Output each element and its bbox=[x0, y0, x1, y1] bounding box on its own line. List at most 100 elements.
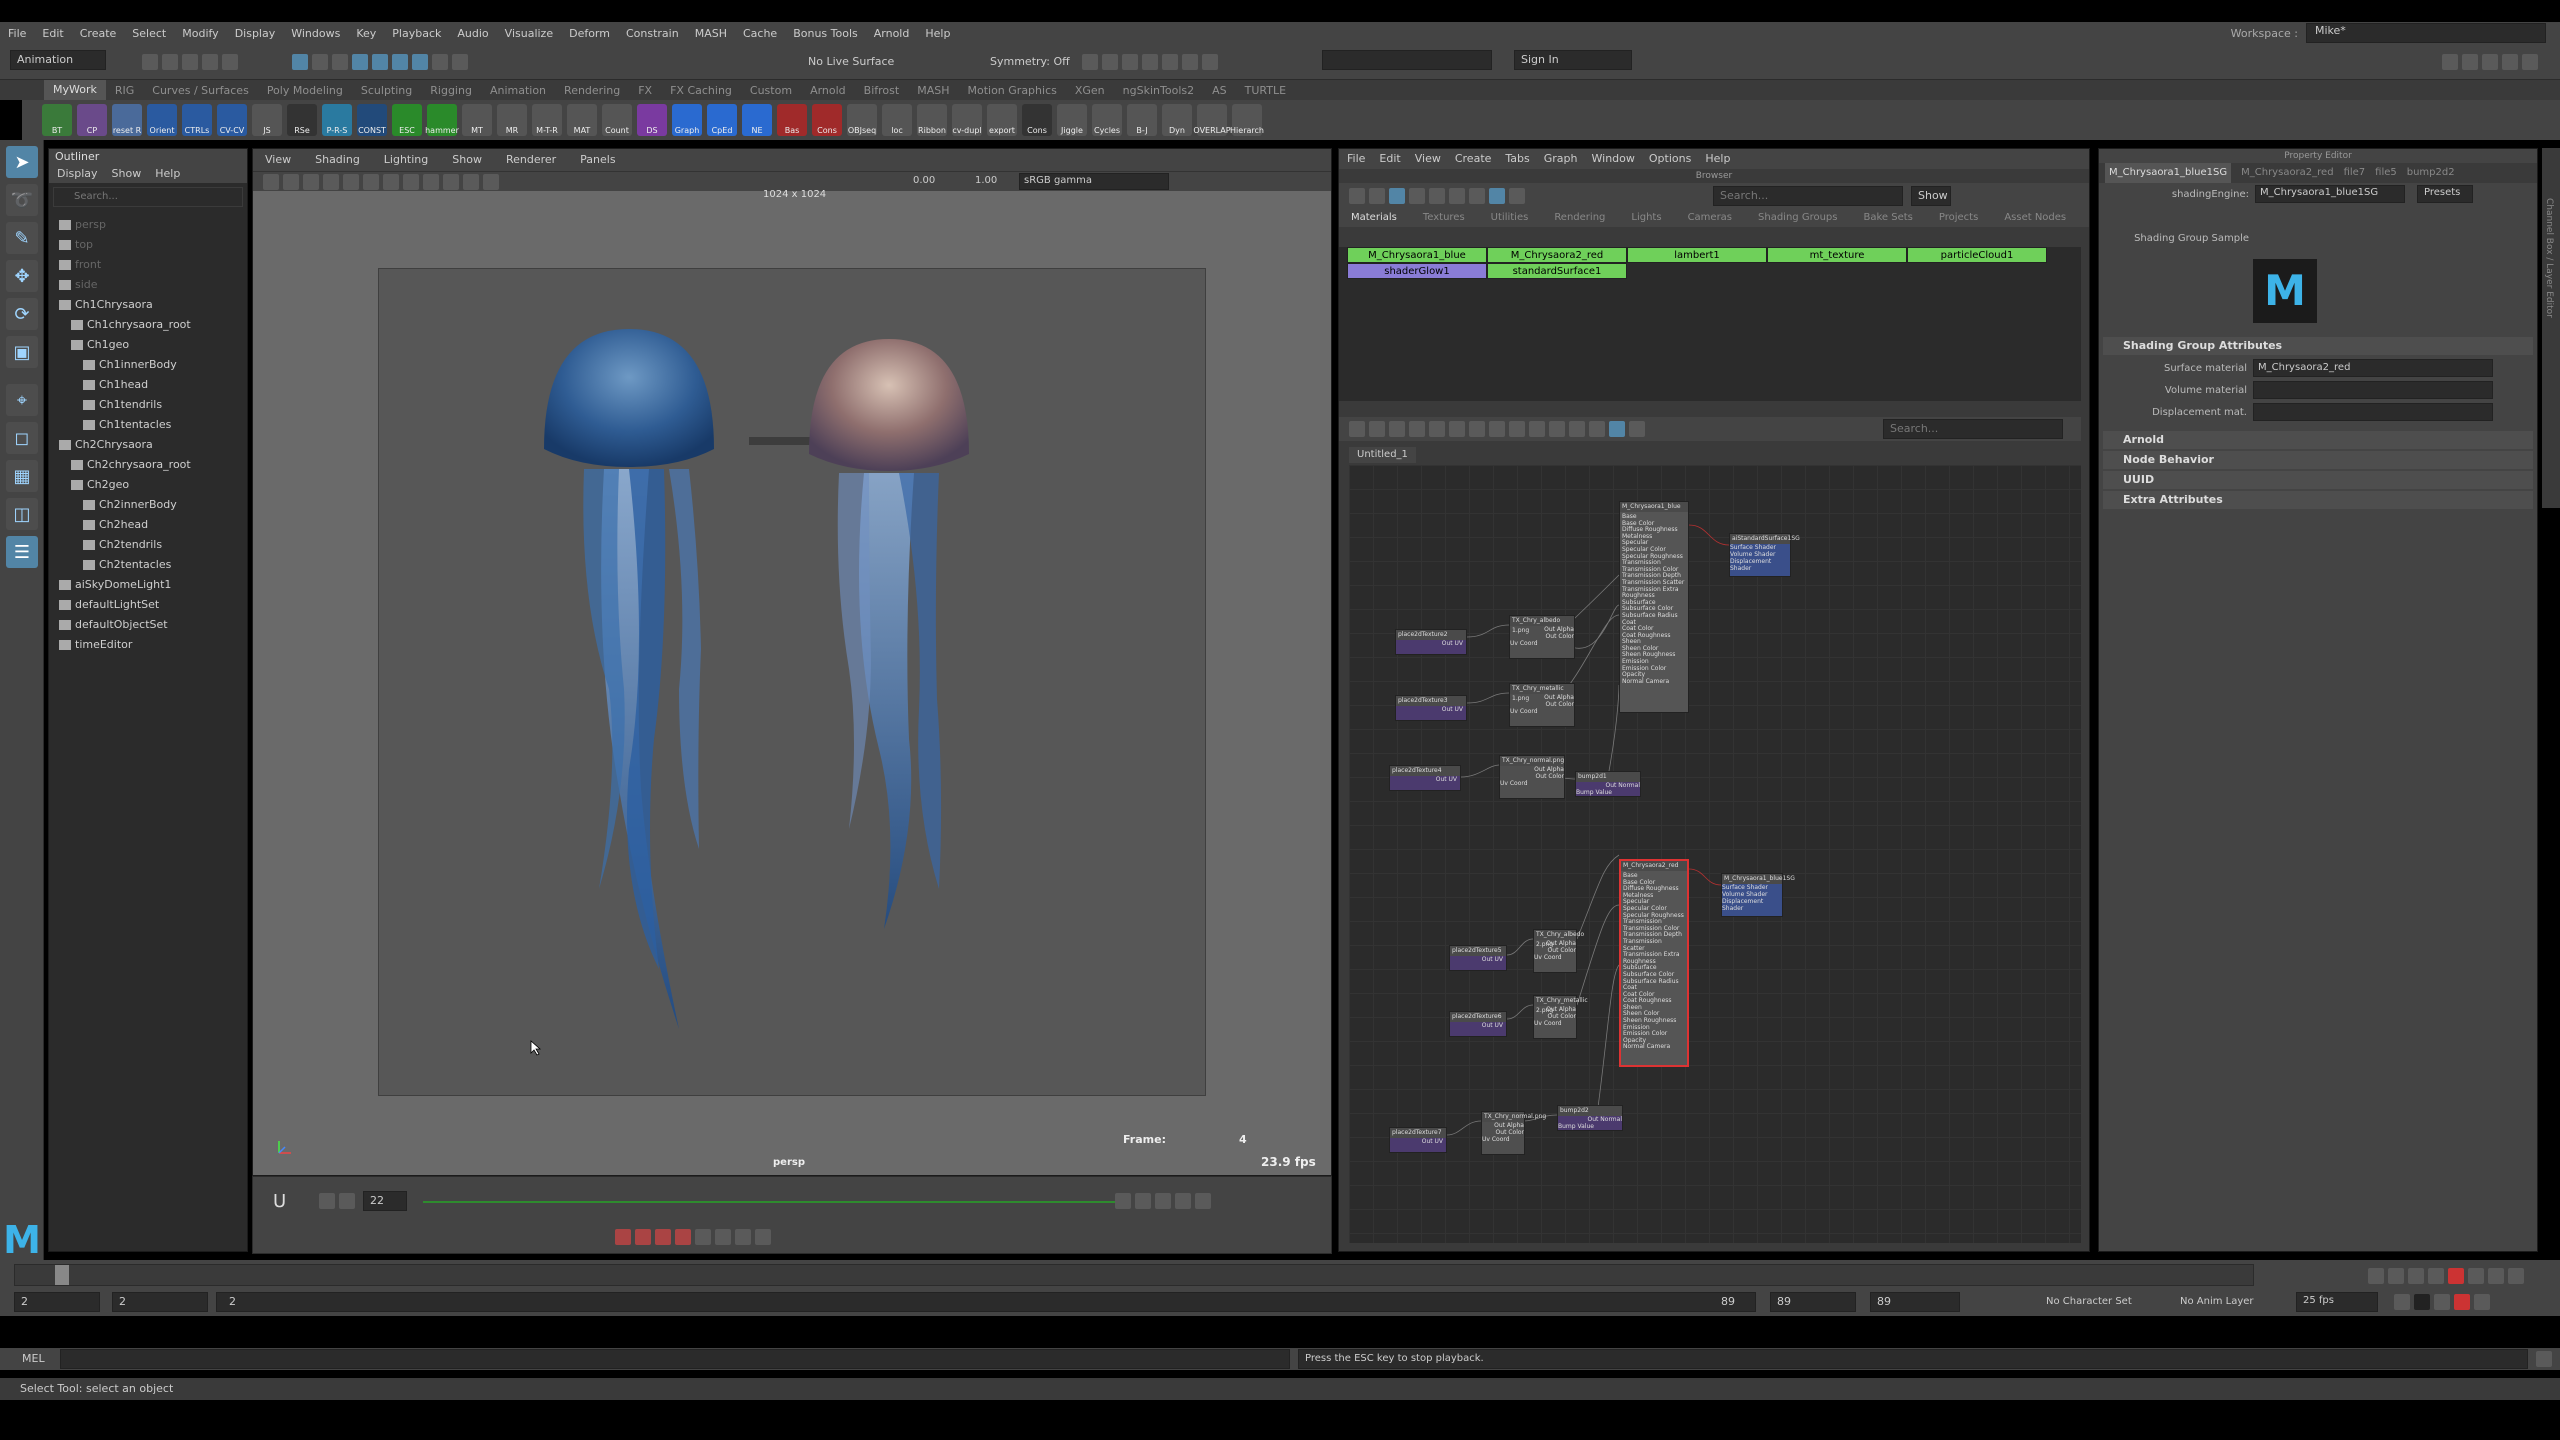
magnet-icon[interactable]: U bbox=[273, 1191, 286, 1212]
shelf-tab-mywork[interactable]: MyWork bbox=[44, 80, 106, 100]
shelf-item-rse-icon[interactable]: RSe bbox=[287, 104, 317, 136]
ne-collapse-icon[interactable] bbox=[1489, 421, 1505, 437]
hs-menu-view[interactable]: View bbox=[1415, 149, 1441, 169]
stop-icon[interactable] bbox=[2448, 1268, 2464, 1284]
hs-tab-utilities[interactable]: Utilities bbox=[1491, 209, 1529, 227]
file-node[interactable]: TX_Chry_metallic 1.png Out Alpha Out Color… bbox=[1509, 683, 1575, 727]
menu-select[interactable]: Select bbox=[124, 27, 174, 40]
shelf-tab[interactable]: Curves / Surfaces bbox=[143, 84, 258, 97]
shelf-item-hierarch-icon[interactable]: Hierarch bbox=[1230, 104, 1264, 136]
shelf-item-orient-icon[interactable]: Orient bbox=[147, 104, 177, 136]
camera-select-icon[interactable] bbox=[263, 174, 279, 190]
hs-tab-textures[interactable]: Textures bbox=[1423, 209, 1465, 227]
render-frame-icon[interactable] bbox=[1102, 54, 1118, 70]
menu-playback[interactable]: Playback bbox=[384, 27, 449, 40]
hs-browser-icon[interactable] bbox=[1349, 188, 1365, 204]
lasso-icon[interactable] bbox=[312, 54, 328, 70]
auto-key-icon[interactable] bbox=[695, 1229, 711, 1245]
wireframe-icon[interactable] bbox=[403, 174, 419, 190]
shelf-item-esc-icon[interactable]: ESC bbox=[392, 104, 422, 136]
last-tool-icon[interactable]: ⌖ bbox=[6, 384, 38, 416]
step-back-icon[interactable] bbox=[2408, 1268, 2424, 1284]
shelf-item-cp-icon[interactable]: CP bbox=[77, 104, 107, 136]
outliner-item[interactable]: defaultObjectSet bbox=[49, 615, 247, 635]
next-key-icon[interactable] bbox=[339, 1193, 355, 1209]
outliner-layout-icon[interactable]: ☰ bbox=[6, 536, 38, 568]
shelf-tab[interactable]: Bifrost bbox=[855, 84, 909, 97]
shelf-tab[interactable]: MASH bbox=[908, 84, 958, 97]
outliner-menu-display[interactable]: Display bbox=[57, 165, 98, 183]
shelf-item-count-icon[interactable]: Count bbox=[602, 104, 632, 136]
shading-group-node-1[interactable]: aiStandardSurface1SG Surface Shader Volum… bbox=[1729, 533, 1800, 577]
ne-bookmark-icon[interactable] bbox=[1589, 421, 1605, 437]
attr-tab-active[interactable]: M_Chrysaora1_blue1SG bbox=[2105, 163, 2232, 183]
anim-layer-dropdown[interactable]: No Anim Layer bbox=[2180, 1296, 2254, 1307]
file-node[interactable]: TX_Chry_albedo 2.png Out Alpha Out Color Uv… bbox=[1533, 929, 1584, 973]
ne-custom-icon[interactable] bbox=[1549, 421, 1565, 437]
film-gate-icon[interactable] bbox=[363, 174, 379, 190]
range-start-field[interactable]: 2 bbox=[14, 1292, 100, 1312]
color-space-dropdown[interactable]: sRGB gamma bbox=[1019, 173, 1169, 190]
hs-menu-graph[interactable]: Graph bbox=[1544, 149, 1578, 169]
shelf-item-p-r-s-icon[interactable]: P-R-S bbox=[322, 104, 352, 136]
outliner-item[interactable]: Ch1tentacles bbox=[49, 415, 247, 435]
menu-windows[interactable]: Windows bbox=[283, 27, 348, 40]
sign-in-dropdown[interactable]: Sign In bbox=[1514, 50, 1632, 70]
bump-node[interactable]: bump2d2 Out Normal Bump Value bbox=[1557, 1105, 1623, 1131]
ne-snap-icon[interactable] bbox=[1629, 421, 1645, 437]
breakdown-icon[interactable] bbox=[1135, 1193, 1151, 1209]
menu-deform[interactable]: Deform bbox=[561, 27, 618, 40]
outliner-item[interactable]: Ch2head bbox=[49, 515, 247, 535]
shelf-tab[interactable]: FX Caching bbox=[661, 84, 741, 97]
presets-button[interactable]: Presets bbox=[2417, 185, 2473, 203]
shader-node-red[interactable]: M_Chrysaora2_red Base Base Color Diffuse R… bbox=[1619, 859, 1689, 1067]
hs-show-button[interactable]: Show bbox=[1911, 186, 1951, 206]
ne-grid-icon[interactable] bbox=[1609, 421, 1625, 437]
history-icon[interactable] bbox=[452, 54, 468, 70]
shelf-item-cv-cv-icon[interactable]: CV-CV bbox=[217, 104, 247, 136]
move-tool-icon[interactable]: ✥ bbox=[6, 260, 38, 292]
place2d-node[interactable]: place2dTexture7 Out UV bbox=[1389, 1127, 1447, 1153]
menu-key[interactable]: Key bbox=[348, 27, 384, 40]
script-editor-icon[interactable] bbox=[2536, 1351, 2552, 1367]
current-frame-field[interactable]: 22 bbox=[363, 1191, 407, 1211]
play-back-icon[interactable] bbox=[2428, 1268, 2444, 1284]
ne-expand-icon[interactable] bbox=[1509, 421, 1525, 437]
layout-icon[interactable] bbox=[2442, 54, 2458, 70]
search-icon[interactable] bbox=[755, 1229, 771, 1245]
dope-sheet-icon[interactable] bbox=[735, 1229, 751, 1245]
hs-menu-create[interactable]: Create bbox=[1455, 149, 1492, 169]
shadows-icon[interactable] bbox=[483, 174, 499, 190]
material-swatch[interactable]: standardSurface1 bbox=[1487, 263, 1627, 279]
select-tool-icon[interactable]: ➤ bbox=[6, 146, 38, 178]
shelf-item-ribbon-icon[interactable]: Ribbon bbox=[917, 104, 947, 136]
channel-box-icon[interactable] bbox=[2462, 54, 2478, 70]
hs-menu-help[interactable]: Help bbox=[1705, 149, 1730, 169]
grid-icon[interactable] bbox=[343, 174, 359, 190]
four-view-icon[interactable]: ▦ bbox=[6, 460, 38, 492]
outliner-item[interactable]: Ch2chrysaora_root bbox=[49, 455, 247, 475]
scale-tool-icon[interactable]: ▣ bbox=[6, 336, 38, 368]
outliner-item[interactable]: defaultLightSet bbox=[49, 595, 247, 615]
range-slider[interactable]: 2 89 bbox=[216, 1292, 1756, 1312]
outliner-menu-help[interactable]: Help bbox=[155, 165, 180, 183]
attr-tab[interactable]: M_Chrysaora2_red bbox=[2241, 163, 2333, 183]
shelf-item-loc-icon[interactable]: loc bbox=[882, 104, 912, 136]
prefs-icon[interactable] bbox=[2474, 1294, 2490, 1310]
hs-tab-bake-sets[interactable]: Bake Sets bbox=[1863, 209, 1912, 227]
shelf-item-export-icon[interactable]: export bbox=[987, 104, 1017, 136]
hs-sort-icon[interactable] bbox=[1469, 188, 1485, 204]
shelf-tab[interactable]: ngSkinTools2 bbox=[1114, 84, 1203, 97]
shelf-item-overlap-icon[interactable]: OVERLAP bbox=[1193, 104, 1231, 136]
attr-tab[interactable]: file5 bbox=[2375, 163, 2397, 183]
shelf-item-bas-icon[interactable]: Bas bbox=[777, 104, 807, 136]
shelf-tab[interactable]: Sculpting bbox=[352, 84, 421, 97]
playblast-icon[interactable] bbox=[1202, 54, 1218, 70]
hs-medium-icon[interactable] bbox=[1429, 188, 1445, 204]
snap-grid-icon[interactable] bbox=[352, 54, 368, 70]
outliner-item[interactable]: Ch1head bbox=[49, 375, 247, 395]
menu-create[interactable]: Create bbox=[72, 27, 125, 40]
menu-cache[interactable]: Cache bbox=[735, 27, 785, 40]
place2d-node[interactable]: place2dTexture5 Out UV bbox=[1449, 945, 1507, 971]
shelf-item-graph-icon[interactable]: Graph bbox=[672, 104, 702, 136]
